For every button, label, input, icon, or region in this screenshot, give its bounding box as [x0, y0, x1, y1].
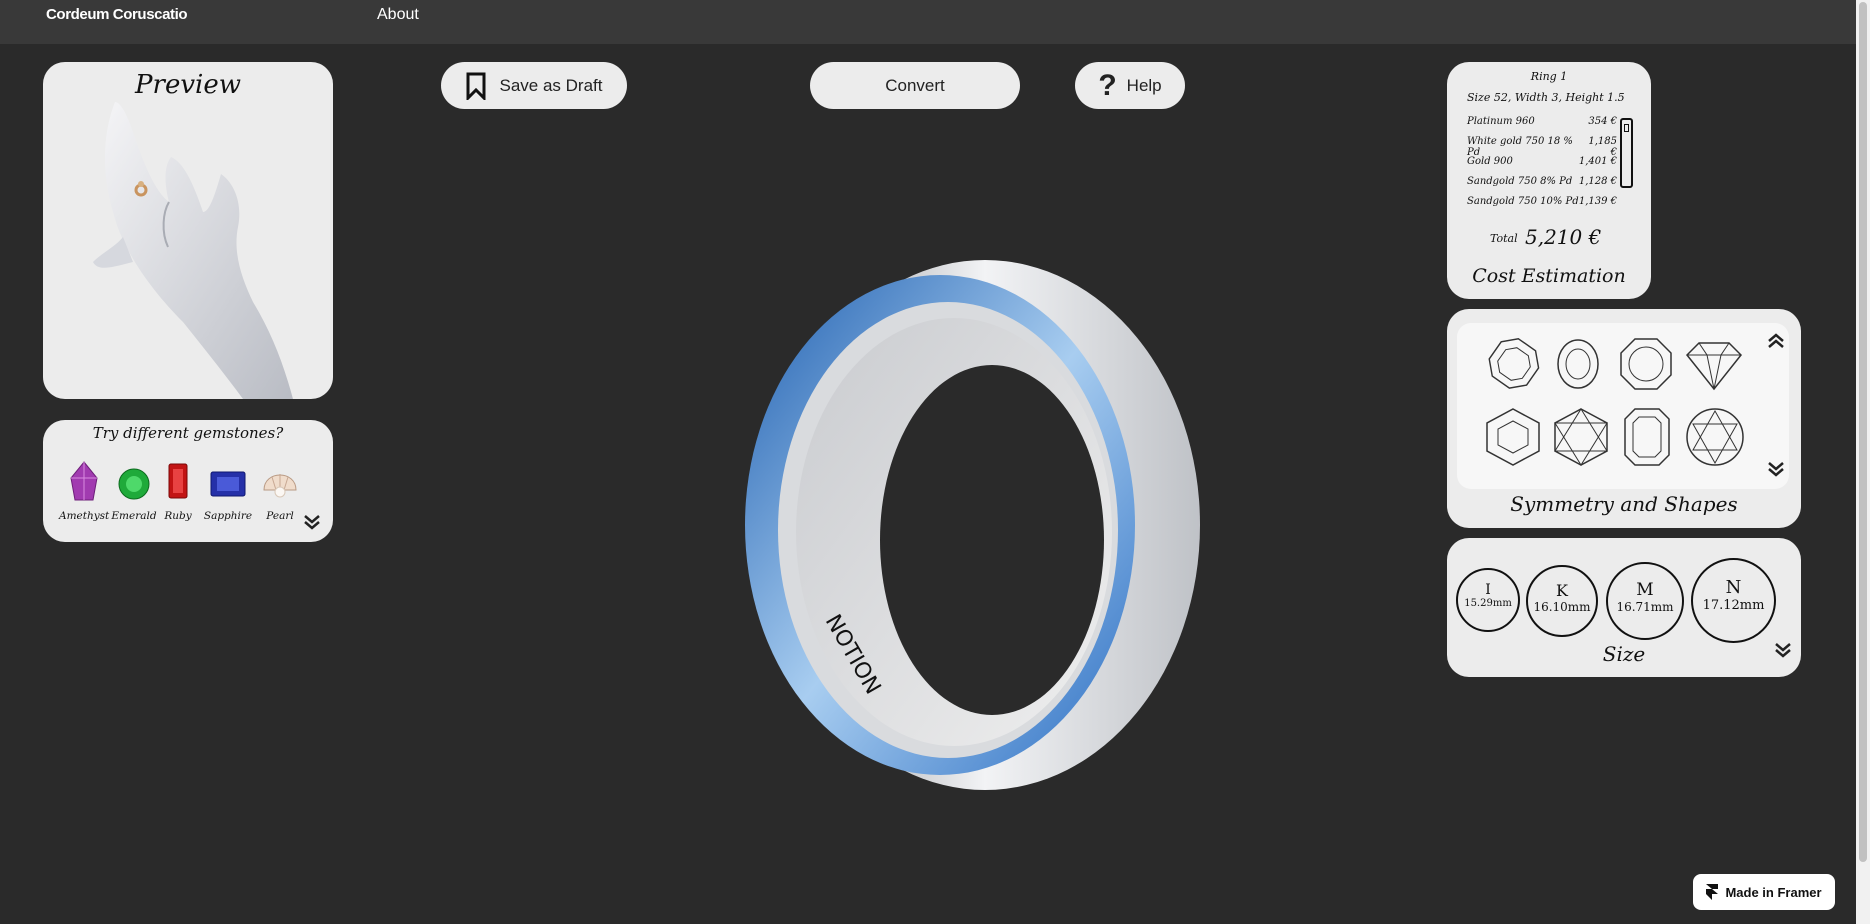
material-price: 1,401 € [1578, 156, 1617, 167]
material-name: Gold 900 [1467, 156, 1513, 167]
material-price: 1,139 € [1578, 196, 1617, 207]
gem-label: Sapphire [203, 510, 253, 522]
ruby-icon [168, 463, 188, 499]
preview-title: Preview [135, 70, 241, 100]
bookmark-icon [466, 72, 485, 100]
convert-label: Convert [885, 75, 945, 95]
size-letter: K [1556, 581, 1568, 600]
hexagon-shape-icon[interactable] [1485, 407, 1541, 467]
cost-row: Gold 900 1,401 € [1467, 156, 1617, 167]
cost-estimation-card: Ring 1 Size 52, Width 3, Height 1.5 Plat… [1447, 62, 1651, 299]
size-mm: 17.12mm [1702, 598, 1765, 613]
help-label: Help [1126, 75, 1162, 95]
round-star-shape-icon[interactable] [1685, 407, 1745, 467]
gemstones-title: Try different gemstones? [92, 424, 284, 442]
gemstones-card: Try different gemstones? Amethyst Emeral… [43, 420, 333, 542]
emerald-cut-shape-icon[interactable] [1487, 337, 1541, 391]
gem-label: Pearl [266, 510, 294, 522]
cost-estimation-title: Cost Estimation [1472, 265, 1626, 287]
chevron-double-down-icon[interactable] [303, 514, 321, 530]
pearl-shell-icon [263, 474, 297, 498]
size-option-i[interactable]: I 15.29mm [1456, 568, 1520, 632]
material-name: Sandgold 750 10% Pd [1467, 196, 1579, 207]
convert-button[interactable]: Convert [810, 62, 1020, 109]
chevron-double-down-icon[interactable] [1767, 461, 1785, 477]
gem-emerald[interactable]: Emerald [109, 460, 159, 522]
size-letter: I [1485, 582, 1491, 598]
size-option-n[interactable]: N 17.12mm [1691, 558, 1776, 643]
framer-label: Made in Framer [1725, 884, 1822, 900]
nav-link-about[interactable]: About [377, 6, 419, 24]
made-in-framer-badge[interactable]: Made in Framer [1693, 874, 1835, 910]
hand-preview-image [93, 102, 293, 399]
gem-ruby[interactable]: Ruby [153, 460, 203, 522]
size-card: I 15.29mm K 16.10mm M 16.71mm N 17.12mm … [1447, 538, 1801, 677]
material-name: White gold 750 18 % Pd [1467, 136, 1573, 158]
size-title: Size [1602, 642, 1646, 666]
cost-row: White gold 750 18 % Pd 1,185 € [1467, 136, 1617, 158]
cost-list-scrollbar[interactable] [1620, 118, 1633, 188]
material-price: 1,185 € [1588, 136, 1617, 158]
symmetry-shapes-card: Symmetry and Shapes [1447, 309, 1801, 528]
save-draft-button[interactable]: Save as Draft [441, 62, 627, 109]
material-name: Sandgold 750 8% Pd [1467, 176, 1573, 187]
material-price: 354 € [1588, 116, 1617, 127]
symmetry-shapes-title: Symmetry and Shapes [1510, 492, 1738, 516]
ring-spec: Size 52, Width 3, Height 1.5 [1467, 91, 1625, 104]
size-option-m[interactable]: M 16.71mm [1606, 562, 1684, 640]
shapes-grid [1457, 323, 1789, 489]
gem-label: Amethyst [59, 510, 110, 522]
amethyst-icon [70, 461, 98, 501]
sapphire-icon [210, 471, 246, 497]
cost-row: Platinum 960 354 € [1467, 116, 1617, 127]
total-label: Total [1490, 232, 1518, 245]
top-nav-bar: Cordeum Coruscatio About [0, 0, 1856, 44]
scrollbar-thumb[interactable] [1859, 2, 1867, 862]
gem-pearl[interactable]: Pearl [255, 460, 305, 522]
ring-name: Ring 1 [1530, 70, 1568, 83]
material-name: Platinum 960 [1467, 116, 1535, 127]
size-option-k[interactable]: K 16.10mm [1526, 565, 1598, 637]
cost-row: Sandgold 750 8% Pd 1,128 € [1467, 176, 1617, 187]
diamond-shape-icon[interactable] [1685, 337, 1743, 391]
size-mm: 15.29mm [1464, 598, 1512, 609]
octagon-shape-icon[interactable] [1619, 337, 1673, 391]
preview-card: Preview [43, 62, 333, 399]
total-value: 5,210 € [1525, 225, 1602, 249]
size-letter: M [1636, 580, 1654, 600]
gem-label: Emerald [111, 510, 157, 522]
size-mm: 16.10mm [1533, 600, 1591, 614]
size-mm: 16.71mm [1616, 600, 1674, 614]
ring-model-image: NOTION [745, 260, 1200, 790]
oval-shape-icon[interactable] [1555, 337, 1601, 391]
gem-label: Ruby [164, 510, 192, 522]
gem-amethyst[interactable]: Amethyst [59, 460, 109, 522]
cost-row: Sandgold 750 10% Pd 1,139 € [1467, 196, 1617, 207]
save-draft-label: Save as Draft [499, 75, 603, 95]
brand-logo-text[interactable]: Cordeum Coruscatio [46, 6, 188, 23]
emerald-icon [118, 468, 150, 500]
question-mark-icon: ? [1098, 68, 1117, 102]
ring-3d-viewer[interactable]: NOTION [680, 240, 1240, 810]
elongated-octagon-shape-icon[interactable] [1623, 407, 1671, 467]
page-scrollbar[interactable] [1856, 0, 1870, 924]
size-letter: N [1725, 577, 1742, 598]
chevron-double-up-icon[interactable] [1767, 333, 1785, 349]
star-hexagon-shape-icon[interactable] [1553, 407, 1609, 467]
help-button[interactable]: ? Help [1075, 62, 1185, 109]
material-price: 1,128 € [1578, 176, 1617, 187]
framer-logo-icon [1706, 884, 1719, 900]
gem-sapphire[interactable]: Sapphire [203, 460, 253, 522]
